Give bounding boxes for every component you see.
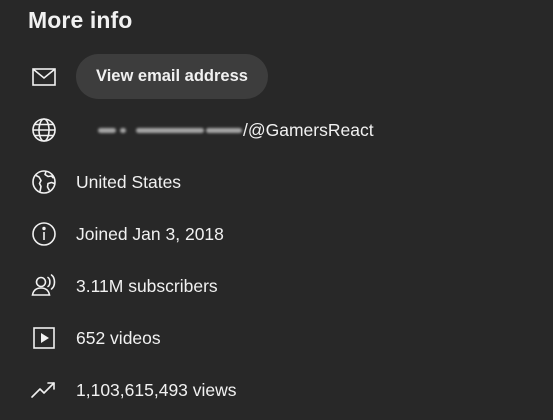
blurred-link-prefix bbox=[98, 126, 243, 136]
section-title: More info bbox=[28, 7, 133, 33]
channel-link[interactable]: /@GamersReact bbox=[76, 120, 374, 141]
view-email-button[interactable]: View email address bbox=[76, 54, 268, 99]
trending-up-icon bbox=[30, 376, 58, 404]
views-row: 1,103,615,493 views bbox=[0, 370, 553, 410]
joined-date-text: Joined Jan 3, 2018 bbox=[76, 224, 224, 244]
globe-earth-icon bbox=[30, 168, 58, 196]
videos-text: 652 videos bbox=[76, 328, 161, 348]
more-info-panel: More info View email address /@GamersRea… bbox=[0, 0, 553, 420]
mail-icon bbox=[30, 63, 58, 91]
info-icon bbox=[30, 220, 58, 248]
videos-row: 652 videos bbox=[0, 318, 553, 358]
views-text: 1,103,615,493 views bbox=[76, 380, 237, 400]
subscribers-icon bbox=[30, 272, 58, 300]
video-play-icon bbox=[30, 324, 58, 352]
subscribers-text: 3.11M subscribers bbox=[76, 276, 218, 296]
location-text: United States bbox=[76, 172, 182, 192]
joined-row: Joined Jan 3, 2018 bbox=[0, 214, 553, 254]
location-row: United States bbox=[0, 162, 553, 202]
link-row: /@GamersReact bbox=[0, 110, 553, 150]
subscribers-row: 3.11M subscribers bbox=[0, 266, 553, 306]
email-row: View email address bbox=[0, 54, 553, 99]
globe-grid-icon bbox=[30, 116, 58, 144]
channel-link-text[interactable]: /@GamersReact bbox=[243, 120, 374, 141]
